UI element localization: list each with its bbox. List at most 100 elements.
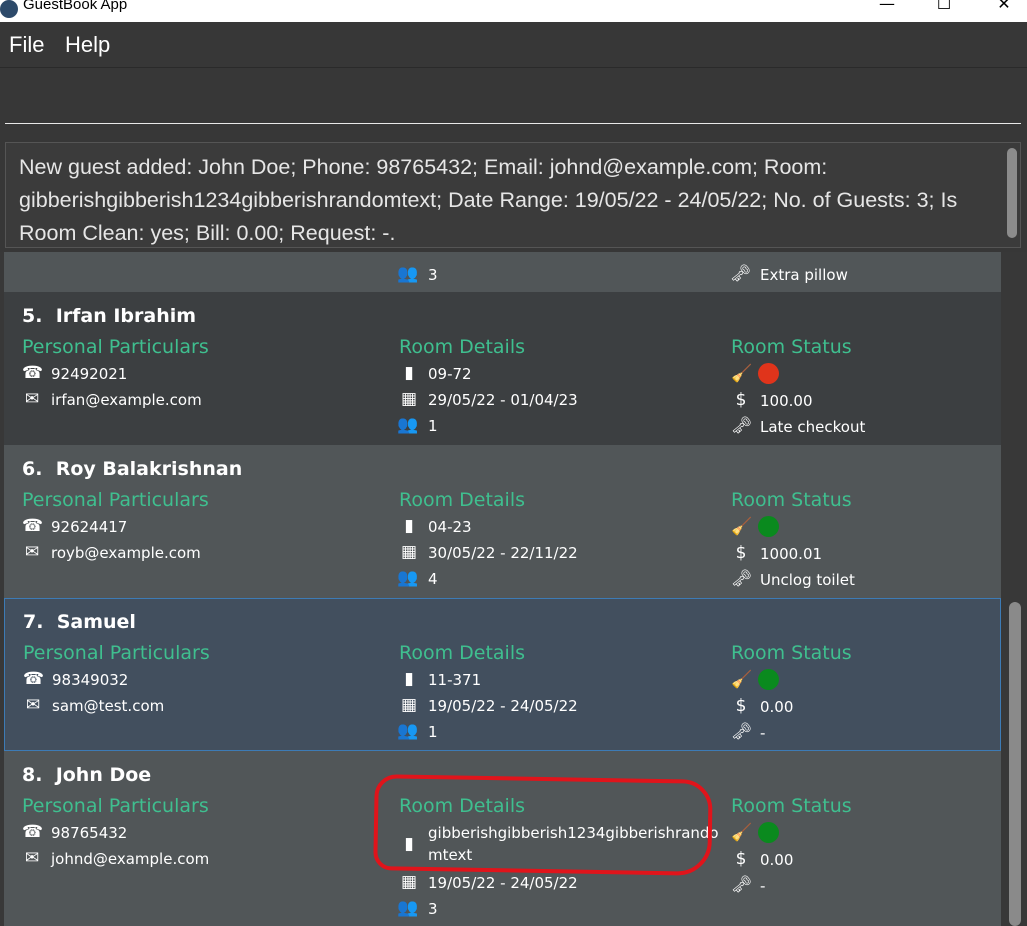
email-icon: ✉ xyxy=(24,542,40,562)
email-icon: ✉ xyxy=(25,695,41,715)
request-icon: 🗝 xyxy=(731,875,753,895)
menu-file[interactable]: File xyxy=(9,32,44,58)
guest-name: 7. Samuel xyxy=(23,611,136,633)
personal-particulars-heading: Personal Particulars xyxy=(22,795,209,817)
request-icon: 🗝 xyxy=(730,264,752,284)
guest-name: 8. John Doe xyxy=(22,764,152,786)
request-icon: 🗝 xyxy=(731,722,753,742)
calendar-icon: ▦ xyxy=(400,389,418,409)
guests-icon: 👥 xyxy=(397,264,419,284)
result-display: New guest added: John Doe; Phone: 987654… xyxy=(0,140,1027,252)
room-clean-indicator xyxy=(758,669,779,690)
minimize-button[interactable]: — xyxy=(864,0,910,16)
room-details-heading: Room Details xyxy=(399,336,526,358)
date-range: 19/05/22 - 24/05/22 xyxy=(428,874,578,892)
guest-count: 3 xyxy=(428,266,438,284)
door-icon: ▮ xyxy=(404,669,414,689)
guest-email: johnd@example.com xyxy=(51,850,210,868)
menu-help[interactable]: Help xyxy=(65,32,110,58)
guest-phone: 92492021 xyxy=(51,365,128,383)
guest-count: 3 xyxy=(428,900,438,918)
guest-name: 5. Irfan Ibrahim xyxy=(22,305,197,327)
guest-card-selected[interactable]: 7. Samuel Personal Particulars ☎ 9834903… xyxy=(4,598,1001,751)
room-status-heading: Room Status xyxy=(731,489,852,511)
window-titlebar: GuestBook App — ☐ ✕ xyxy=(0,0,1027,22)
room-details-heading: Room Details xyxy=(399,489,526,511)
guest-name: 6. Roy Balakrishnan xyxy=(22,458,243,480)
guests-icon: 👥 xyxy=(397,721,419,741)
guest-email: irfan@example.com xyxy=(51,391,202,409)
app-logo-icon xyxy=(0,0,18,18)
command-box xyxy=(0,68,1027,140)
guest-count: 1 xyxy=(428,723,438,741)
command-input[interactable] xyxy=(5,88,1021,124)
date-range: 19/05/22 - 24/05/22 xyxy=(428,697,578,715)
guest-phone: 92624417 xyxy=(51,518,128,536)
dollar-icon: $ xyxy=(735,390,747,410)
guests-icon: 👥 xyxy=(397,898,419,918)
guest-card-partial[interactable]: 👥 3 🗝 Extra pillow xyxy=(4,252,1001,292)
result-text: New guest added: John Doe; Phone: 987654… xyxy=(5,142,1021,248)
broom-icon: 🧹 xyxy=(731,517,753,537)
guest-count: 1 xyxy=(428,417,438,435)
phone-icon: ☎ xyxy=(22,363,44,383)
calendar-icon: ▦ xyxy=(400,542,418,562)
request-icon: 🗝 xyxy=(731,416,753,436)
date-range: 29/05/22 - 01/04/23 xyxy=(428,391,578,409)
result-scrollbar[interactable] xyxy=(1007,148,1017,238)
guest-request: Late checkout xyxy=(760,418,866,436)
phone-icon: ☎ xyxy=(22,822,44,842)
guest-request: Extra pillow xyxy=(760,266,848,284)
guest-request: - xyxy=(760,877,766,895)
room-clean-indicator xyxy=(758,822,779,843)
dollar-icon: $ xyxy=(735,543,747,563)
personal-particulars-heading: Personal Particulars xyxy=(22,489,209,511)
broom-icon: 🧹 xyxy=(731,364,753,384)
bill-amount: 0.00 xyxy=(760,851,794,869)
window-title: GuestBook App xyxy=(23,0,128,13)
guest-email: royb@example.com xyxy=(51,544,201,562)
room-number: 11-371 xyxy=(428,671,482,689)
date-range: 30/05/22 - 22/11/22 xyxy=(428,544,578,562)
guest-request: Unclog toilet xyxy=(760,571,855,589)
bill-amount: 1000.01 xyxy=(760,545,823,563)
email-icon: ✉ xyxy=(24,848,40,868)
request-icon: 🗝 xyxy=(731,569,753,589)
email-icon: ✉ xyxy=(24,389,40,409)
guest-count: 4 xyxy=(428,570,438,588)
bill-amount: 0.00 xyxy=(760,698,794,716)
bill-amount: 100.00 xyxy=(760,392,813,410)
door-icon: ▮ xyxy=(404,363,414,383)
dollar-icon: $ xyxy=(735,849,747,869)
phone-icon: ☎ xyxy=(23,669,45,689)
guest-card[interactable]: 5. Irfan Ibrahim Personal Particulars ☎ … xyxy=(4,292,1001,445)
guests-icon: 👥 xyxy=(397,415,419,435)
broom-icon: 🧹 xyxy=(731,670,753,690)
personal-particulars-heading: Personal Particulars xyxy=(22,336,209,358)
guest-email: sam@test.com xyxy=(52,697,165,715)
list-scrollbar[interactable] xyxy=(1009,602,1021,926)
guest-phone: 98349032 xyxy=(52,671,129,689)
maximize-button[interactable]: ☐ xyxy=(921,0,967,16)
calendar-icon: ▦ xyxy=(400,695,418,715)
broom-icon: 🧹 xyxy=(731,823,753,843)
phone-icon: ☎ xyxy=(22,516,44,536)
guest-card[interactable]: 6. Roy Balakrishnan Personal Particulars… xyxy=(4,445,1001,598)
room-status-heading: Room Status xyxy=(731,795,852,817)
guests-icon: 👥 xyxy=(397,568,419,588)
room-dirty-indicator xyxy=(758,363,779,384)
dollar-icon: $ xyxy=(735,696,747,716)
door-icon: ▮ xyxy=(404,516,414,536)
room-number: 04-23 xyxy=(428,518,472,536)
calendar-icon: ▦ xyxy=(400,872,418,892)
room-status-heading: Room Status xyxy=(731,642,852,664)
guest-request: - xyxy=(760,724,766,742)
guest-phone: 98765432 xyxy=(51,824,128,842)
room-number: 09-72 xyxy=(428,365,472,383)
close-button[interactable]: ✕ xyxy=(981,0,1027,16)
room-clean-indicator xyxy=(758,516,779,537)
menu-bar: File Help xyxy=(0,22,1027,68)
room-status-heading: Room Status xyxy=(731,336,852,358)
room-details-heading: Room Details xyxy=(399,642,526,664)
highlight-annotation xyxy=(373,774,713,876)
